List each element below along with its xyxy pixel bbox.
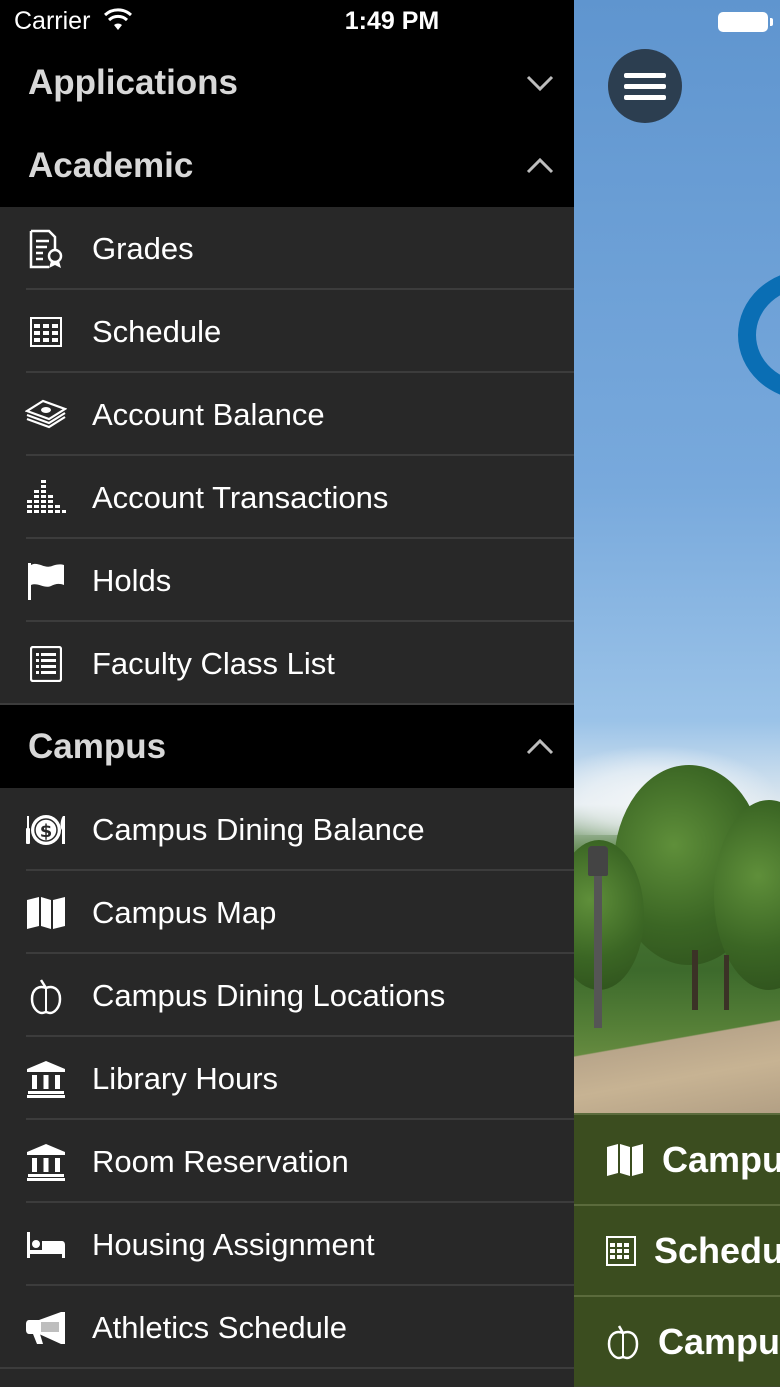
quick-link-campus-map[interactable]: Campu [574,1113,780,1204]
tree-trunk [692,950,698,1010]
section-header-academic[interactable]: Academic [0,124,574,207]
chevron-down-icon [526,75,554,92]
menu-item-label: Campus Map [92,894,277,930]
navigation-drawer: Carrier 1:49 PM Applications Academic Gr… [0,0,574,1387]
bar-chart-icon [24,476,68,520]
status-bar: Carrier 1:49 PM [0,0,574,42]
svg-text:$: $ [40,821,53,842]
tree-trunk [724,955,729,1010]
section-header-applications[interactable]: Applications [0,42,574,124]
walkway [574,1015,780,1115]
section-title: Campus [28,726,167,766]
menu-item-room-reservation[interactable]: Room Reservation [0,1120,574,1203]
status-time: 1:49 PM [344,7,440,35]
apple-icon [24,974,68,1018]
menu-item-label: Campus Dining Balance [92,811,425,847]
section-title: Applications [28,63,239,102]
menu-item-label: Campus Dining Locations [92,977,446,1013]
background-app: Campu Schedu Campu [574,0,780,1387]
lamp-head [588,846,608,876]
chevron-up-icon [526,157,554,173]
menu-item-label: Room Reservation [92,1143,349,1179]
menu-item-holds[interactable]: Holds [0,539,574,622]
menu-line [624,94,666,100]
menu-item-label: Holds [92,562,172,598]
quick-links: Campu Schedu Campu [574,1113,780,1386]
apple-icon [606,1324,640,1360]
megaphone-icon [24,1306,68,1350]
menu-item-housing-assignment[interactable]: Housing Assignment [0,1203,574,1286]
calendar-icon [606,1233,636,1269]
campus-list: $ Campus Dining Balance Campus Map Campu… [0,788,574,1369]
menu-item-library-hours[interactable]: Library Hours [0,1037,574,1120]
menu-item-faculty-class-list[interactable]: Faculty Class List [0,622,574,705]
menu-item-label: Account Transactions [92,479,389,515]
quick-link-label: Schedu [654,1229,780,1271]
hamburger-menu-button[interactable] [608,49,682,123]
menu-line [624,72,666,78]
dollar-plate-icon: $ [24,808,68,852]
quick-link-schedule[interactable]: Schedu [574,1204,780,1295]
bed-icon [24,1223,68,1267]
menu-item-label: Schedule [92,313,222,349]
menu-item-account-balance[interactable]: Account Balance [0,373,574,456]
menu-item-campus-dining-locations[interactable]: Campus Dining Locations [0,954,574,1037]
academic-list: Grades Schedule Account Balance Account … [0,207,574,705]
menu-item-label: Grades [92,230,194,266]
menu-line [624,83,666,89]
bank-icon [24,1140,68,1184]
menu-item-campus-dining-balance[interactable]: $ Campus Dining Balance [0,788,574,871]
map-icon [606,1142,644,1178]
menu-item-label: Athletics Schedule [92,1309,348,1345]
bank-icon [24,1057,68,1101]
section-title: Academic [28,145,194,185]
quick-link-dining-locations[interactable]: Campu [574,1295,780,1386]
map-icon [24,891,68,935]
menu-item-label: Housing Assignment [92,1226,375,1262]
university-logo [738,270,780,400]
quick-link-label: Campu [662,1138,780,1180]
menu-item-account-transactions[interactable]: Account Transactions [0,456,574,539]
menu-item-athletics-schedule[interactable]: Athletics Schedule [0,1286,574,1369]
menu-item-label: Faculty Class List [92,645,335,681]
chevron-up-icon [526,738,554,754]
menu-item-grades[interactable]: Grades [0,207,574,290]
section-header-campus[interactable]: Campus [0,705,574,788]
grades-icon [24,227,68,271]
flag-icon [24,559,68,603]
menu-item-schedule[interactable]: Schedule [0,290,574,373]
list-icon [24,642,68,686]
calendar-icon [24,310,68,354]
quick-link-label: Campu [658,1320,780,1362]
menu-item-label: Account Balance [92,396,325,432]
menu-item-campus-map[interactable]: Campus Map [0,871,574,954]
money-stack-icon [24,393,68,437]
menu-item-label: Library Hours [92,1060,279,1096]
